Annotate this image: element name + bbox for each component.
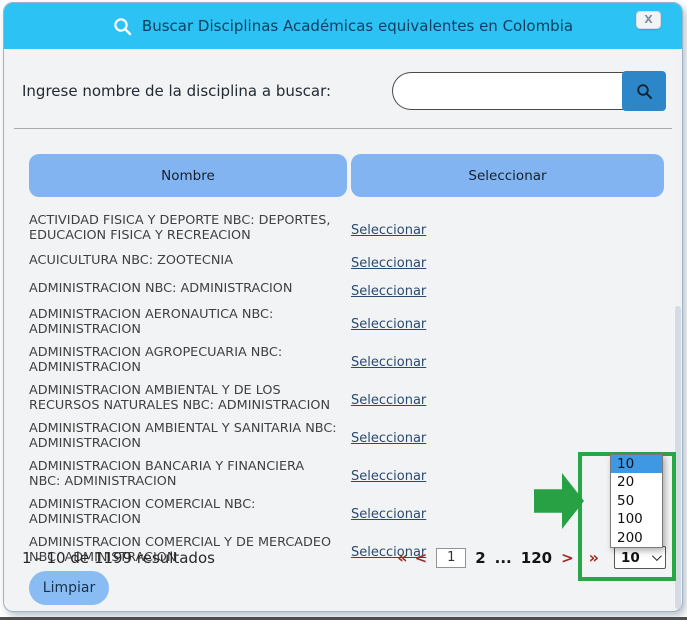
table-row: ADMINISTRACION AGROPECUARIA NBC: ADMINIS… [29,346,682,375]
table-row: ADMINISTRACION AERONAUTICA NBC: ADMINIST… [29,308,682,337]
discipline-name: ADMINISTRACION AERONAUTICA NBC: ADMINIST… [29,308,347,337]
table-row: ADMINISTRACION AMBIENTAL Y SANITARIA NBC… [29,422,682,451]
column-header-nombre: Nombre [29,154,347,197]
page-size-value: 10 [621,550,640,566]
page-size-option[interactable]: 200 [611,529,662,547]
results-table: ACTIVIDAD FISICA Y DEPORTE NBC: DEPORTES… [29,214,682,565]
last-page-link[interactable]: 120 [521,549,552,567]
last-page-button[interactable]: » [589,548,597,567]
page-size-option[interactable]: 50 [611,492,662,510]
close-button[interactable]: X [636,11,661,29]
scrollbar-thumb[interactable] [675,306,681,609]
select-link[interactable]: Seleccionar [351,393,426,408]
discipline-name: ACUICULTURA NBC: ZOOTECNIA [29,254,347,269]
discipline-name: ADMINISTRACION AMBIENTAL Y SANITARIA NBC… [29,422,347,451]
discipline-name: ADMINISTRACION AGROPECUARIA NBC: ADMINIS… [29,346,347,375]
select-link[interactable]: Seleccionar [351,469,426,484]
first-page-button[interactable]: « [397,548,405,567]
table-header: Nombre Seleccionar [29,154,682,197]
discipline-name: ADMINISTRACION BANCARIA Y FINANCIERA NBC… [29,460,347,489]
search-row: Ingrese nombre de la disciplina a buscar… [22,71,666,111]
magnifier-icon [636,83,653,100]
current-page-input[interactable] [436,548,466,568]
select-link[interactable]: Seleccionar [351,431,426,446]
section-divider [14,128,672,129]
pagination-controls: « < 2 ... 120 > » 10 [397,546,668,569]
discipline-name: ADMINISTRACION NBC: ADMINISTRACION [29,282,347,297]
select-link[interactable]: Seleccionar [351,284,426,299]
search-input[interactable] [392,72,624,110]
discipline-name: ACTIVIDAD FISICA Y DEPORTE NBC: DEPORTES… [29,214,347,243]
select-link[interactable]: Seleccionar [351,355,426,370]
table-row: ADMINISTRACION COMERCIAL NBC: ADMINISTRA… [29,498,682,527]
search-label: Ingrese nombre de la disciplina a buscar… [22,82,331,100]
search-group [392,71,666,111]
next-page-button[interactable]: > [561,549,574,567]
page-2-link[interactable]: 2 [475,549,485,567]
previous-page-button[interactable]: < [415,549,428,567]
page-size-dropdown: 10 20 50 100 200 [610,454,663,548]
modal-title: Buscar Disciplinas Académicas equivalent… [142,17,573,35]
page-ellipsis: ... [495,549,512,567]
search-icon [113,17,132,36]
table-row: ADMINISTRACION AMBIENTAL Y DE LOS RECURS… [29,384,682,413]
page-size-option[interactable]: 20 [611,473,662,491]
search-button[interactable] [622,71,666,111]
table-row: ACTIVIDAD FISICA Y DEPORTE NBC: DEPORTES… [29,214,682,243]
table-row: ACUICULTURA NBC: ZOOTECNIA Seleccionar [29,252,682,271]
chevron-down-icon [652,551,662,561]
page-size-option[interactable]: 10 [611,455,662,473]
select-link[interactable]: Seleccionar [351,223,426,238]
page-size-option[interactable]: 100 [611,510,662,528]
modal-header: Buscar Disciplinas Académicas equivalent… [4,3,682,49]
discipline-name: ADMINISTRACION AMBIENTAL Y DE LOS RECURS… [29,384,347,413]
table-row: ADMINISTRACION BANCARIA Y FINANCIERA NBC… [29,460,682,489]
discipline-name: ADMINISTRACION COMERCIAL NBC: ADMINISTRA… [29,498,347,527]
select-link[interactable]: Seleccionar [351,317,426,332]
page-size-select[interactable]: 10 [614,546,666,569]
table-row: ADMINISTRACION NBC: ADMINISTRACION Selec… [29,280,682,299]
column-header-seleccionar: Seleccionar [351,154,664,197]
results-count: 1 - 10 de 1199 resultados [22,549,215,567]
search-disciplines-modal: Buscar Disciplinas Académicas equivalent… [3,2,683,612]
clear-button[interactable]: Limpiar [29,571,109,605]
results-pagination-row: 1 - 10 de 1199 resultados « < 2 ... 120 … [22,546,668,569]
select-link[interactable]: Seleccionar [351,507,426,522]
select-link[interactable]: Seleccionar [351,256,426,271]
